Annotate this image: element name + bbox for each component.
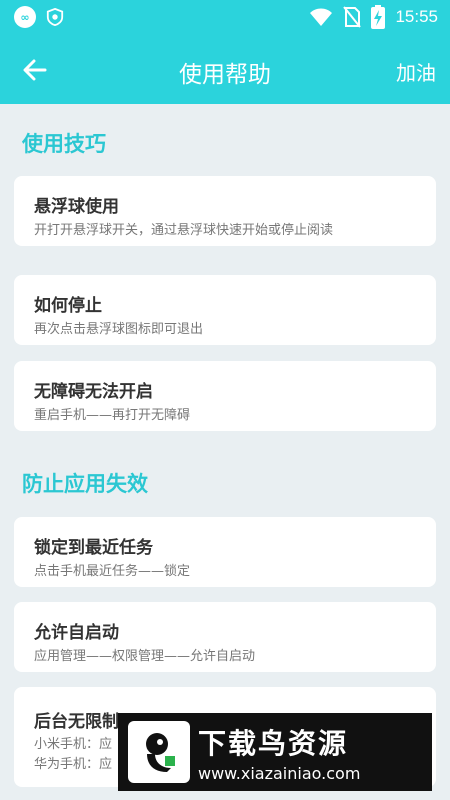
bird-logo-icon: [128, 721, 190, 783]
section-title: 使用技巧: [22, 132, 106, 156]
no-sim-icon: [343, 6, 362, 28]
watermark: 下载鸟资源 www.xiazainiao.com: [118, 713, 432, 791]
card-description: 应用管理——权限管理——允许自启动: [34, 649, 256, 664]
shield-icon: [46, 8, 64, 26]
help-card-lock-recent[interactable]: 锁定到最近任务 点击手机最近任务——锁定: [14, 517, 436, 587]
page-title: 使用帮助: [179, 62, 271, 88]
help-card-autostart[interactable]: 允许自启动 应用管理——权限管理——允许自启动: [14, 602, 436, 672]
card-description: 小米手机：应: [34, 737, 113, 752]
card-description: 点击手机最近任务——锁定: [34, 564, 191, 579]
card-title: 锁定到最近任务: [34, 538, 153, 558]
card-description: 华为手机：应: [34, 757, 113, 772]
card-title: 无障碍无法开启: [34, 382, 153, 402]
watermark-url: www.xiazainiao.com: [198, 763, 361, 783]
help-card-accessibility[interactable]: 无障碍无法开启 重启手机——再打开无障碍: [14, 361, 436, 431]
card-description: 再次点击悬浮球图标即可退出: [34, 322, 204, 337]
status-bar: ∞ 15:55: [0, 0, 450, 36]
battery-charging-icon: [371, 5, 386, 29]
cheer-button[interactable]: 加油: [396, 57, 436, 86]
card-title: 允许自启动: [34, 623, 119, 643]
help-content[interactable]: 使用技巧 悬浮球使用 开打开悬浮球开关，通过悬浮球快速开始或停止阅读 如何停止 …: [0, 104, 450, 800]
wifi-icon: [310, 8, 333, 26]
help-card-how-to-stop[interactable]: 如何停止 再次点击悬浮球图标即可退出: [14, 275, 436, 345]
watermark-brand: 下载鸟资源: [198, 726, 349, 760]
section-title: 防止应用失效: [22, 472, 148, 496]
card-title: 如何停止: [34, 296, 102, 316]
app-badge-icon: ∞: [14, 6, 36, 28]
status-time: 15:55: [395, 7, 438, 26]
card-title: 悬浮球使用: [34, 197, 119, 217]
help-card-floating-ball[interactable]: 悬浮球使用 开打开悬浮球开关，通过悬浮球快速开始或停止阅读: [14, 176, 436, 246]
card-title: 后台无限制: [34, 712, 119, 732]
card-description: 重启手机——再打开无障碍: [34, 408, 191, 423]
card-description: 开打开悬浮球开关，通过悬浮球快速开始或停止阅读: [34, 223, 334, 238]
app-bar: 使用帮助 加油: [0, 36, 450, 104]
